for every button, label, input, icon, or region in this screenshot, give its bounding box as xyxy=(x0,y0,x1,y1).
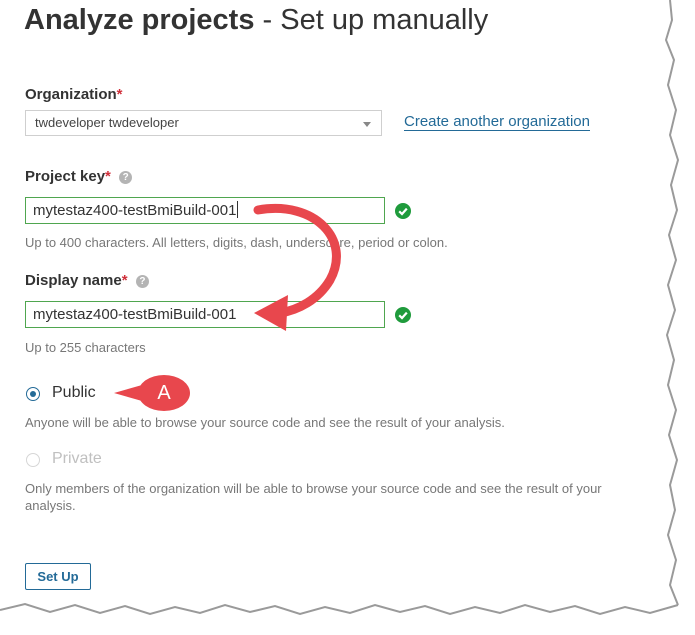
curved-arrow-annotation xyxy=(253,204,341,331)
display-name-label-text: Display name xyxy=(25,272,122,289)
private-label[interactable]: Private xyxy=(52,450,102,468)
chevron-down-icon xyxy=(363,122,371,127)
project-key-value: mytestaz400-testBmiBuild-001 xyxy=(33,202,237,219)
required-marker: * xyxy=(121,272,128,289)
callout-badge-a: A xyxy=(138,375,190,411)
required-marker: * xyxy=(116,86,123,103)
private-description-line1: Only members of the organization will be… xyxy=(25,481,602,496)
create-organization-link[interactable]: Create another organization xyxy=(404,113,590,131)
organization-select-value: twdeveloper twdeveloper xyxy=(35,115,179,130)
help-icon[interactable]: ? xyxy=(135,275,149,288)
private-description-line2: analysis. xyxy=(25,498,76,513)
page-title-sub: Set up manually xyxy=(280,4,489,36)
project-key-label-text: Project key xyxy=(25,168,106,185)
display-name-label: Display name* ? xyxy=(25,272,149,289)
set-up-button[interactable]: Set Up xyxy=(25,563,91,590)
public-label[interactable]: Public xyxy=(52,384,96,402)
page-title: Analyze projects - Set up manually xyxy=(24,4,488,37)
required-marker: * xyxy=(105,168,111,185)
help-icon[interactable]: ? xyxy=(119,171,133,184)
public-radio[interactable] xyxy=(26,387,40,401)
public-description: Anyone will be able to browse your sourc… xyxy=(25,415,505,430)
project-key-label: Project key* ? xyxy=(25,168,133,185)
private-radio[interactable] xyxy=(26,453,40,467)
valid-check-icon xyxy=(395,203,411,219)
display-name-hint: Up to 255 characters xyxy=(25,340,146,355)
page: Analyze projects - Set up manually Organ… xyxy=(0,0,695,635)
page-title-separator: - xyxy=(254,4,281,36)
page-title-main: Analyze projects xyxy=(24,4,255,36)
display-name-value: mytestaz400-testBmiBuild-001 xyxy=(33,306,237,323)
project-key-hint: Up to 400 characters. All letters, digit… xyxy=(25,235,448,250)
organization-label-text: Organization xyxy=(25,86,117,103)
organization-select[interactable]: twdeveloper twdeveloper xyxy=(25,110,382,136)
organization-label: Organization* xyxy=(25,86,123,103)
text-cursor xyxy=(237,201,239,218)
valid-check-icon xyxy=(395,307,411,323)
